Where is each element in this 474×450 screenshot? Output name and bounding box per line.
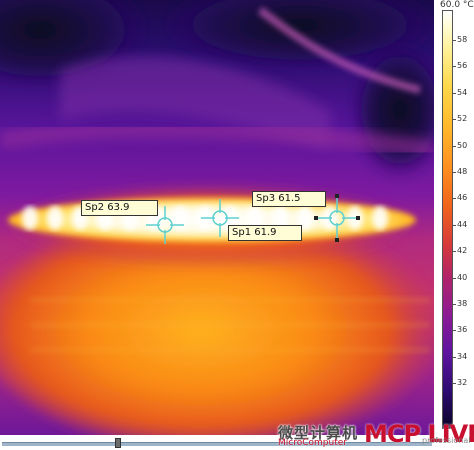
scale-tick-mark (453, 66, 456, 68)
watermark-english: MicroComputer (278, 438, 347, 448)
scale-tick-mark (453, 330, 456, 332)
scale-tick-label: 50 (457, 140, 468, 150)
scale-tick-label: 56 (457, 61, 468, 71)
spot-label-sp2: Sp2 63.9 (81, 200, 158, 216)
scale-tick-mark (453, 356, 456, 358)
scale-tick-label: 42 (457, 246, 468, 256)
scale-tick-mark (453, 304, 456, 305)
scale-tick-label: 46 (457, 193, 468, 203)
scale-tick-label: 48 (457, 167, 468, 176)
scale-tick-mark (453, 198, 456, 200)
color-scale-bar[interactable] (442, 10, 453, 429)
publisher-watermark: 微型计算机 MicroComputer MCP LIVE professiona… (272, 418, 474, 448)
scale-tick-mark (453, 145, 456, 147)
scale-tick-mark (453, 224, 456, 226)
slider-handle[interactable] (115, 438, 122, 448)
spot-label-sp1: Sp1 61.9 (228, 225, 302, 241)
thermal-heatmap (0, 0, 434, 435)
scale-tick-mark (453, 277, 456, 279)
scale-tick-label: 32 (457, 378, 468, 388)
scale-tick-label: 40 (457, 272, 468, 282)
scale-tick-mark (453, 119, 456, 121)
scale-tick-mark (453, 92, 456, 94)
scale-tick-mark (453, 40, 456, 41)
temperature-scale: 60.0 °C 58 56 54 52 50 48 46 44 42 40 38 36 34 32 (436, 0, 474, 435)
scale-tick-label: 36 (457, 325, 468, 335)
watermark-sub: professional (422, 436, 471, 445)
scale-tick-label: 52 (457, 114, 468, 124)
scale-tick-label: 34 (457, 351, 468, 361)
scale-max-label: 60.0 °C (440, 0, 474, 10)
scale-tick-label: 38 (457, 299, 468, 308)
scale-tick-label: 44 (457, 219, 468, 229)
scale-tick-label: 54 (457, 87, 468, 97)
spot-label-sp3: Sp3 61.5 (252, 191, 326, 207)
thermal-image: Sp2 63.9 Sp1 61.9 Sp3 61.5 (0, 0, 434, 435)
scale-tick-mark (453, 383, 456, 385)
scale-tick-mark (453, 172, 456, 173)
scale-tick-label: 58 (457, 35, 468, 44)
scale-tick-mark (453, 251, 456, 253)
